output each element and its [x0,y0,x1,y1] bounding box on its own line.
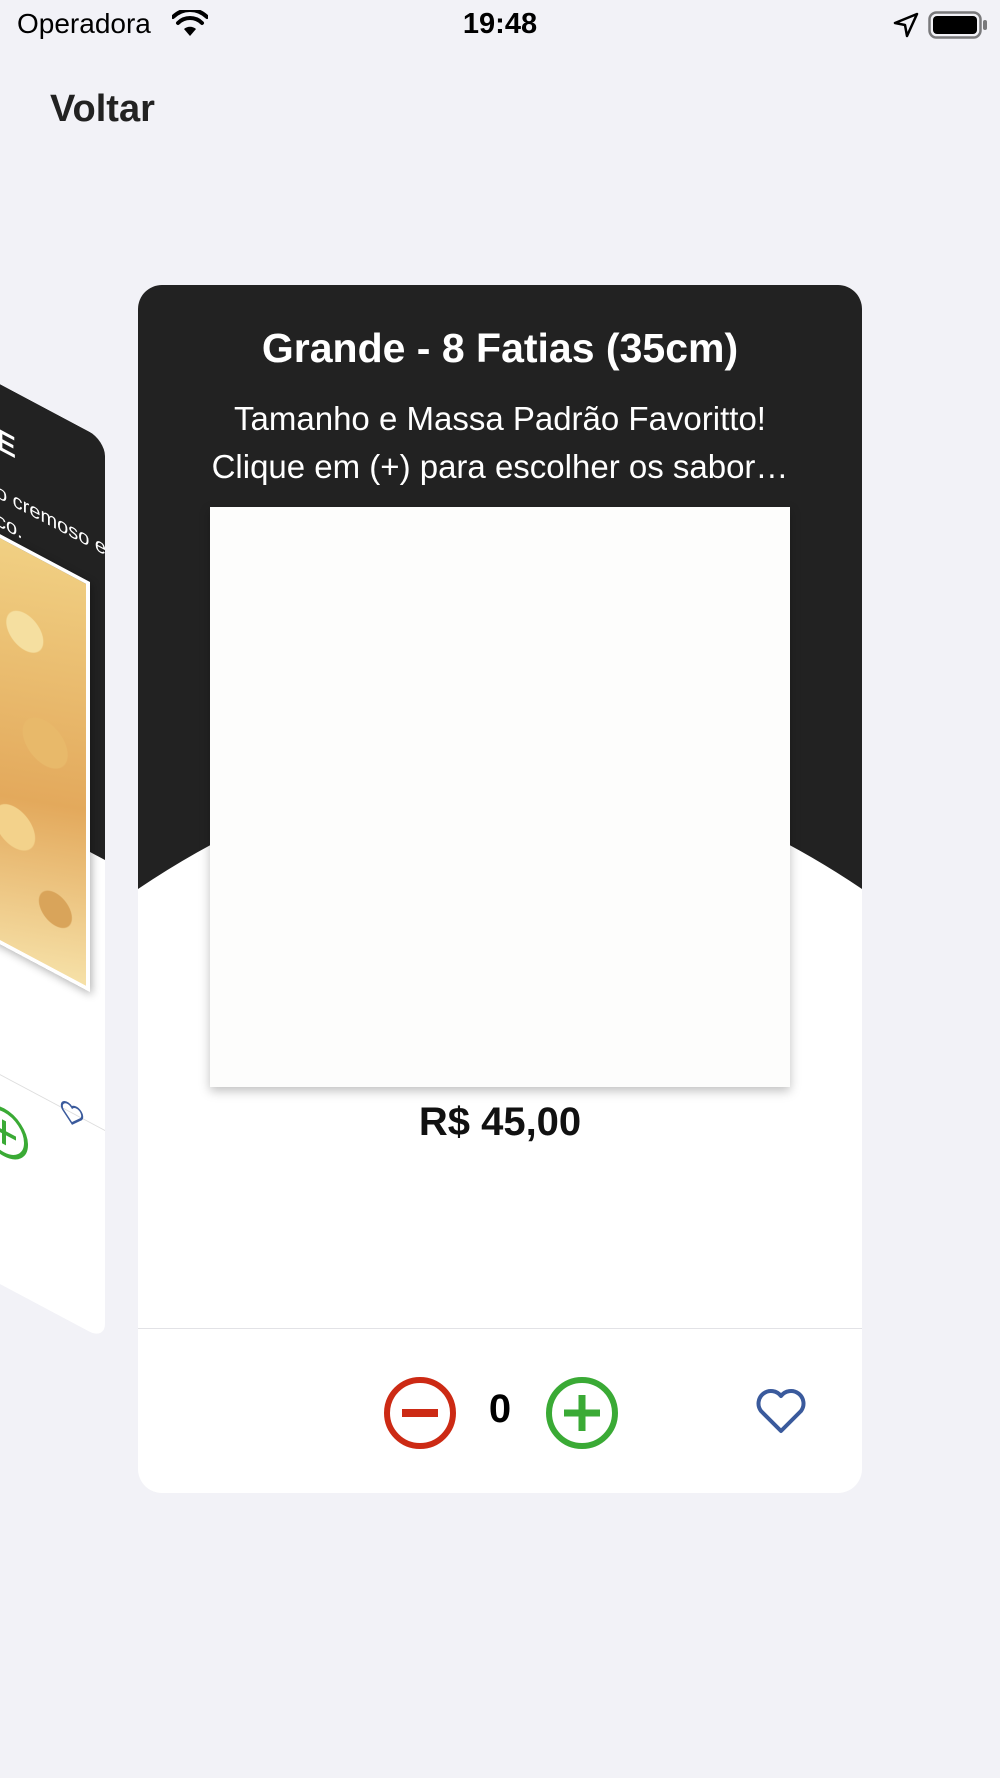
location-arrow-icon [893,12,919,38]
quantity-value: 0 [488,1387,512,1431]
increase-quantity-button[interactable] [544,1375,620,1451]
back-button[interactable]: Voltar [50,88,155,131]
previous-product-card[interactable]: E o cremoso e co. 0 [0,363,105,1340]
card-divider [138,1328,862,1329]
side-card-plus-icon[interactable] [0,1092,30,1172]
product-description-line: Clique em (+) para escolher os sabor… [211,448,789,485]
status-bar: Operadora 19:48 [0,0,1000,50]
decrease-quantity-button[interactable] [382,1375,458,1451]
product-title: Grande - 8 Fatias (35cm) [261,325,739,371]
status-time: 19:48 [462,8,538,40]
product-image [210,507,790,1087]
product-card: Grande - 8 Fatias (35cm) Tamanho e Massa… [138,285,862,1493]
product-description: Tamanho e Massa Padrão Favoritto! Clique… [168,395,832,491]
battery-icon [928,11,987,39]
side-card-pizza-image [0,524,90,992]
heart-icon[interactable] [754,1385,808,1439]
product-price: R$ 45,00 [418,1100,582,1144]
side-card-heart-icon[interactable] [60,1096,84,1133]
product-description-line: Tamanho e Massa Padrão Favoritto! [234,400,766,437]
